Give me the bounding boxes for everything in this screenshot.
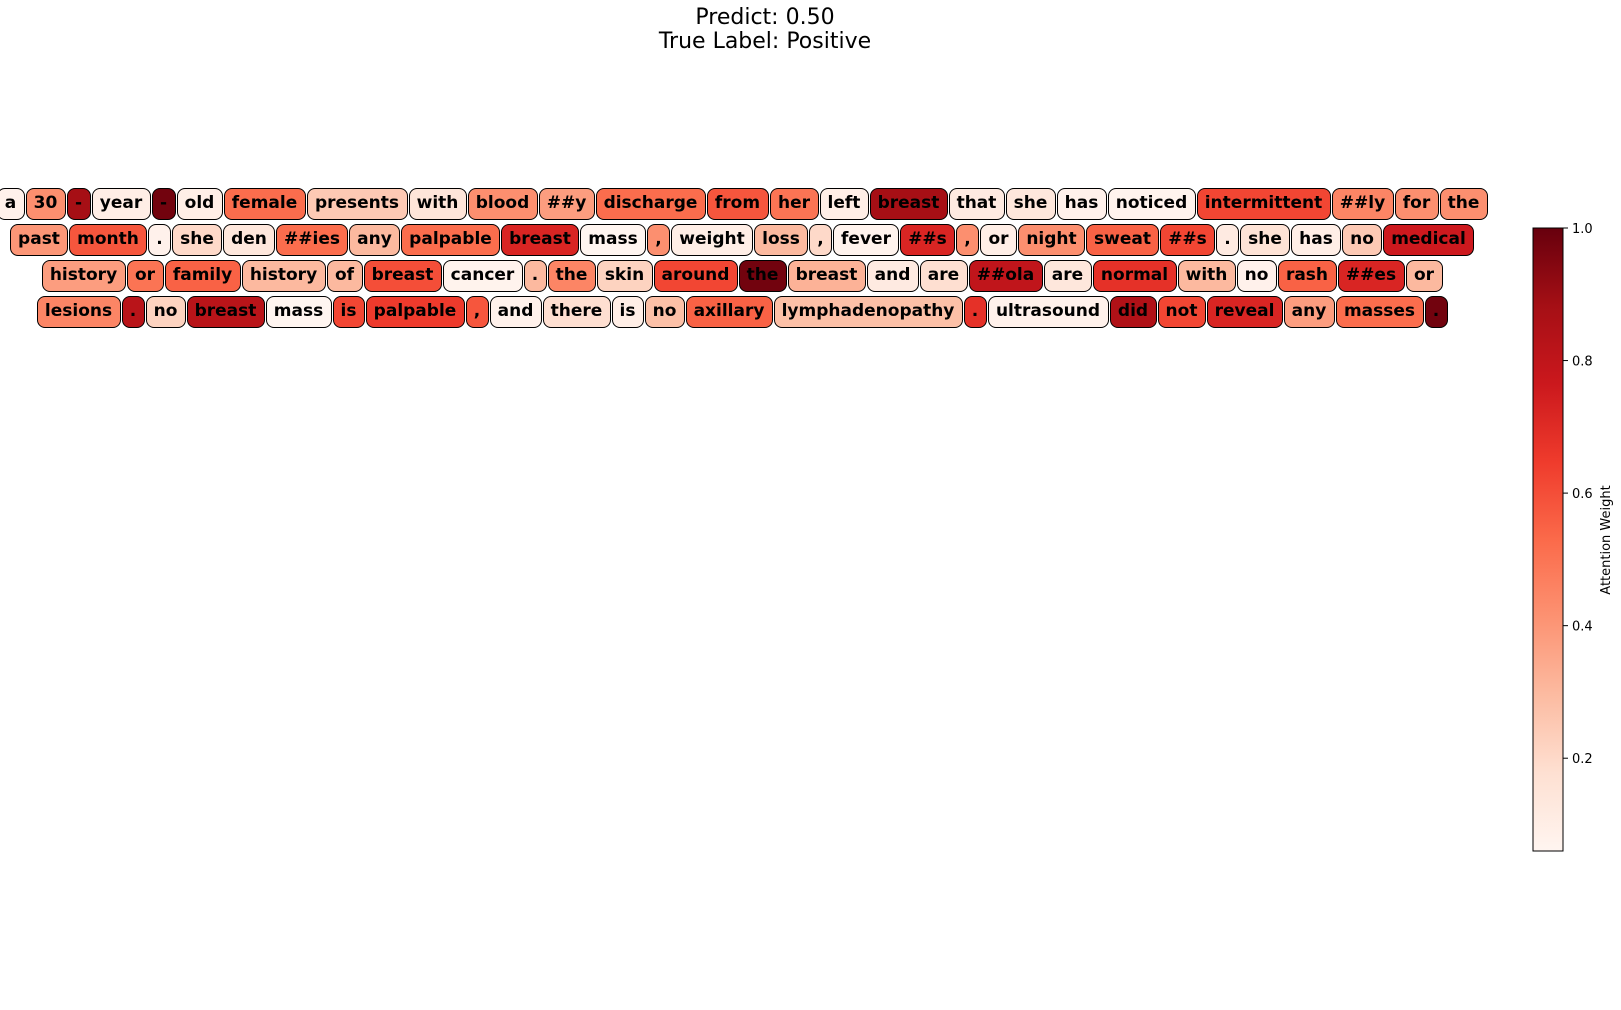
colorbar-tick-label: 0.4	[1572, 620, 1593, 635]
colorbar: 0.2 0.4 0.6 0.8 1.0 Attention Weight	[1532, 222, 1614, 852]
colorbar-tick-label: 0.8	[1572, 355, 1593, 370]
colorbar-ticks: 0.2 0.4 0.6 0.8 1.0	[1563, 222, 1593, 767]
colorbar-label: Attention Weight	[1599, 485, 1614, 594]
colorbar-tick-label: 1.0	[1572, 222, 1593, 237]
colorbar-gradient	[1532, 227, 1564, 852]
colorbar-tick-label: 0.6	[1572, 487, 1593, 502]
colorbar-tick-label: 0.2	[1572, 752, 1593, 767]
